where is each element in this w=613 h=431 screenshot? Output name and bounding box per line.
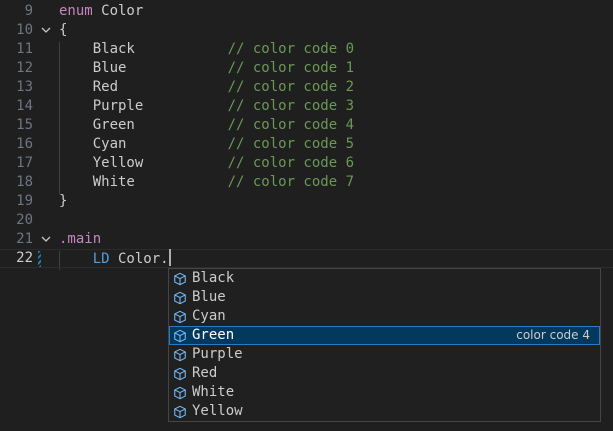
line-number: 16 <box>16 136 33 152</box>
token-comment: // color code 3 <box>227 98 355 114</box>
token-ident: Color. <box>109 251 169 267</box>
token-ident: Cyan <box>59 136 228 152</box>
code-text: Blue // color code 1 <box>59 59 354 78</box>
enum-member-icon <box>173 367 187 381</box>
code-line[interactable]: 19} <box>0 192 613 211</box>
enum-member-icon <box>173 291 187 305</box>
code-text: } <box>59 192 67 211</box>
suggestion-item-black[interactable]: Black <box>169 269 600 288</box>
code-line[interactable]: 20 <box>0 211 613 230</box>
line-number: 22 <box>16 250 33 266</box>
text-cursor <box>168 249 171 266</box>
token-ident: { <box>59 22 68 38</box>
suggest-widget[interactable]: Black Blue Cyan Green color code 4 Purple Red W… <box>168 268 601 422</box>
code-line[interactable]: 10 { <box>0 21 613 40</box>
token-comment: // color code 1 <box>227 60 355 76</box>
code-line[interactable]: 16 Cyan // color code 5 <box>0 135 613 154</box>
line-number: 13 <box>16 79 33 95</box>
suggestion-detail: color code 4 <box>516 328 590 342</box>
code-line[interactable]: 14 Purple // color code 3 <box>0 97 613 116</box>
enum-member-icon <box>173 348 187 362</box>
token-comment: // color code 7 <box>227 174 355 190</box>
code-text: Green // color code 4 <box>59 116 354 135</box>
suggestion-item-cyan[interactable]: Cyan <box>169 307 600 326</box>
code-line[interactable]: 13 Red // color code 2 <box>0 78 613 97</box>
code-text: Red // color code 2 <box>59 78 354 97</box>
line-number: 9 <box>24 3 33 19</box>
code-line[interactable]: 11 Black // color code 0 <box>0 40 613 59</box>
token-ident <box>59 251 93 267</box>
token-ident: Yellow <box>59 155 228 171</box>
code-text: Purple // color code 3 <box>59 97 354 116</box>
code-line[interactable]: 12 Blue // color code 1 <box>0 59 613 78</box>
suggestion-item-purple[interactable]: Purple <box>169 345 600 364</box>
code-text: .main <box>59 230 101 249</box>
token-comment: // color code 4 <box>227 117 355 133</box>
code-line[interactable]: 18 White // color code 7 <box>0 173 613 192</box>
code-text: { <box>59 21 67 40</box>
enum-member-icon <box>173 386 187 400</box>
suggestion-item-blue[interactable]: Blue <box>169 288 600 307</box>
line-number: 18 <box>16 174 33 190</box>
token-ident: Black <box>59 41 228 57</box>
code-text: Yellow // color code 6 <box>59 154 354 173</box>
token-label: .main <box>59 231 102 247</box>
fold-chevron-down-icon[interactable] <box>41 230 53 249</box>
line-number: 21 <box>16 231 33 247</box>
token-ident: Purple <box>59 98 228 114</box>
enum-member-icon <box>173 310 187 324</box>
code-text: enum Color <box>59 2 143 21</box>
token-ident: Blue <box>59 60 228 76</box>
code-line[interactable]: 9 enum Color <box>0 2 613 21</box>
token-kw: enum <box>59 3 93 19</box>
token-ident: Color <box>92 3 144 19</box>
suggestion-item-yellow[interactable]: Yellow <box>169 402 600 421</box>
line-number: 19 <box>16 193 33 209</box>
suggestion-item-white[interactable]: White <box>169 383 600 402</box>
token-instr: LD <box>92 251 110 267</box>
fold-chevron-down-icon[interactable] <box>41 21 53 40</box>
suggestion-label: Cyan <box>192 308 226 324</box>
suggestion-label: Blue <box>192 289 226 305</box>
token-ident: Red <box>59 79 228 95</box>
enum-member-icon <box>173 272 187 286</box>
suggestion-item-green[interactable]: Green color code 4 <box>169 326 600 345</box>
code-text: Black // color code 0 <box>59 40 354 59</box>
suggestion-item-red[interactable]: Red <box>169 364 600 383</box>
suggestion-label: White <box>192 384 235 400</box>
token-ident: Green <box>59 117 228 133</box>
line-number: 20 <box>16 212 33 228</box>
token-ident: } <box>59 193 68 209</box>
code-line[interactable]: 15 Green // color code 4 <box>0 116 613 135</box>
suggestion-label: Black <box>192 270 235 286</box>
token-ident: White <box>59 174 228 190</box>
code-line[interactable]: 21 .main <box>0 230 613 249</box>
code-line[interactable]: 22 LD Color. <box>0 249 613 268</box>
suggestion-label: Red <box>192 365 218 381</box>
line-number: 12 <box>16 60 33 76</box>
token-comment: // color code 6 <box>227 155 355 171</box>
enum-member-icon <box>173 329 187 343</box>
line-number: 17 <box>16 155 33 171</box>
suggestion-label: Yellow <box>192 403 243 419</box>
token-comment: // color code 2 <box>227 79 355 95</box>
code-line[interactable]: 17 Yellow // color code 6 <box>0 154 613 173</box>
line-number: 11 <box>16 41 33 57</box>
line-number: 15 <box>16 117 33 133</box>
enum-member-icon <box>173 405 187 419</box>
token-comment: // color code 0 <box>227 41 355 57</box>
line-number: 14 <box>16 98 33 114</box>
code-text: LD Color. <box>59 249 171 269</box>
token-comment: // color code 5 <box>227 136 355 152</box>
line-number: 10 <box>16 22 33 38</box>
suggestion-label: Purple <box>192 346 243 362</box>
suggestion-label: Green <box>192 327 235 343</box>
code-text: Cyan // color code 5 <box>59 135 354 154</box>
code-text: White // color code 7 <box>59 173 354 192</box>
